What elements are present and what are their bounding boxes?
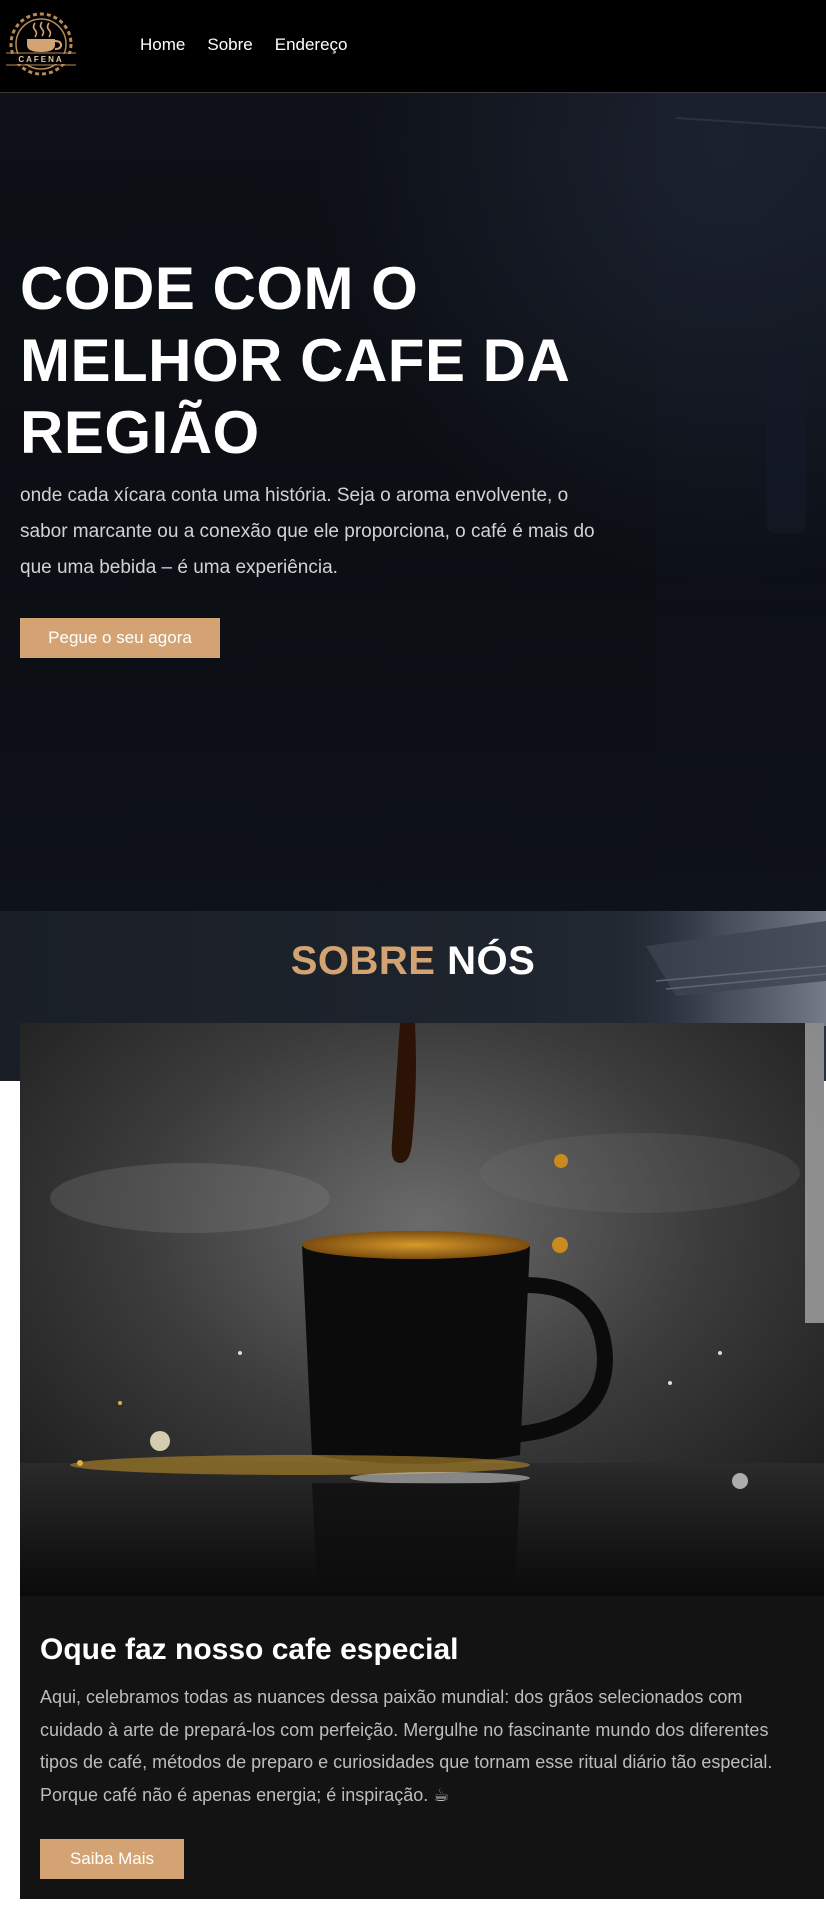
cafena-logo[interactable]: CAFENA (2, 11, 80, 77)
nav-link-home[interactable]: Home (140, 35, 185, 55)
card-description: Aqui, celebramos todas as nuances dessa … (40, 1687, 773, 1805)
hero-description: onde cada xícara conta uma história. Sej… (20, 485, 595, 578)
navbar: CAFENA Home Sobre Endereço (0, 0, 826, 93)
get-yours-button[interactable]: Pegue o seu agora (20, 618, 220, 658)
logo-text: CAFENA (18, 55, 63, 64)
learn-more-button[interactable]: Saiba Mais (40, 1839, 184, 1879)
about-title-rest: NÓS (447, 939, 536, 983)
nav-link-sobre[interactable]: Sobre (207, 35, 252, 55)
hero-section: CODE COM O MELHOR CAFE DA REGIÃO onde ca… (0, 93, 826, 911)
hero-background-image (656, 93, 826, 911)
about-title: SOBRE NÓS (0, 939, 826, 984)
hero-title: CODE COM O MELHOR CAFE DA REGIÃO (20, 255, 569, 466)
card-title: Oque faz nosso cafe especial (40, 1633, 459, 1666)
coffee-cup-image (20, 1023, 824, 1596)
coffee-cup-logo-icon: CAFENA (6, 12, 76, 76)
nav-link-endereco[interactable]: Endereço (275, 35, 348, 55)
about-title-highlight: SOBRE (290, 939, 436, 983)
main-nav: Home Sobre Endereço (140, 35, 348, 55)
about-card: Oque faz nosso cafe especial Aqui, celeb… (20, 1023, 824, 1899)
